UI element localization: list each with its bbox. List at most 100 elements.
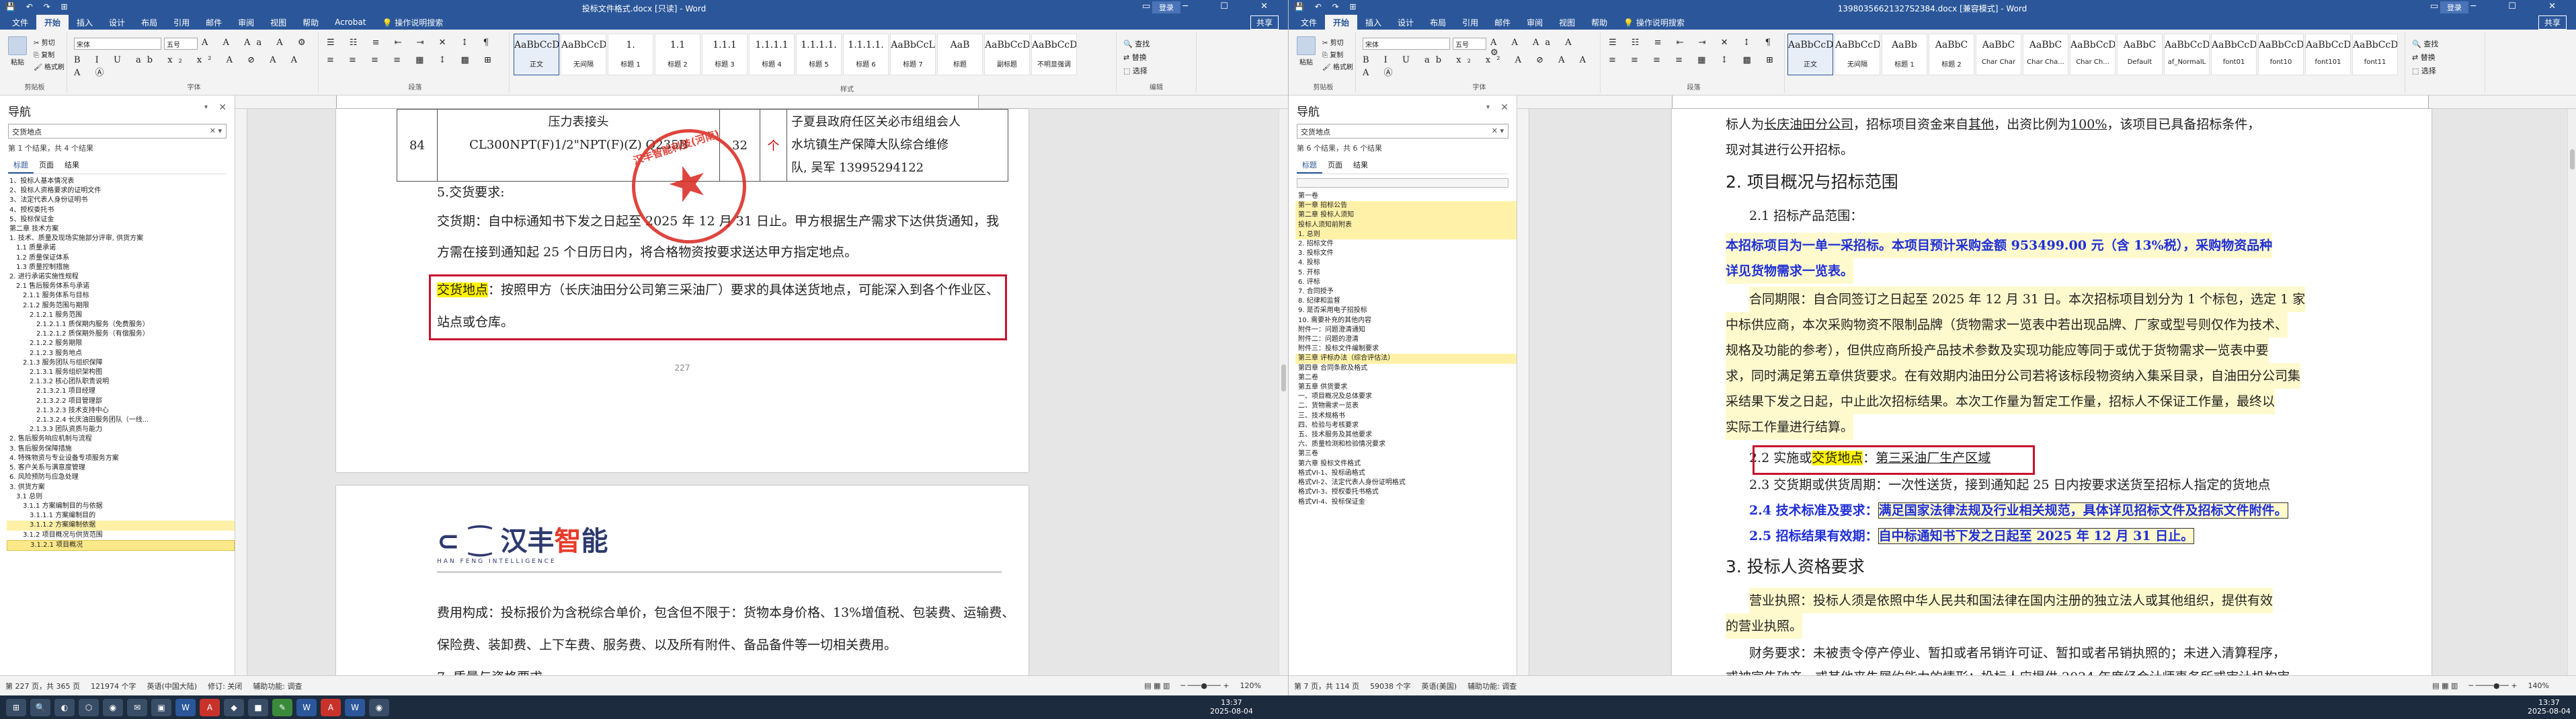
nav-heading-item[interactable]: 第一卷 <box>1295 192 1517 201</box>
style-item[interactable]: 1.1.1.1. 标题 6 <box>843 34 889 75</box>
nav-heading-item[interactable]: 5. 客户关系与满意度管理 <box>7 463 235 473</box>
tab-file[interactable]: 文件 <box>1293 15 1325 30</box>
cut-button[interactable]: ✂ 剪切 <box>1322 38 1353 50</box>
find-button[interactable]: 🔍 查找 <box>1123 38 1150 51</box>
zoom-slider[interactable]: ─ ───●─── + <box>1180 681 1229 690</box>
window-controls[interactable]: ▭ ─ ☐ ✕ <box>2430 1 2571 11</box>
nav-heading-item[interactable]: 2.1.2 服务范围与期限 <box>7 301 235 311</box>
nav-heading-item[interactable]: 7. 合同授予 <box>1295 287 1517 297</box>
paste-button[interactable]: 粘贴 <box>1293 36 1320 67</box>
taskbar-app-icon[interactable]: ✎ <box>272 698 292 716</box>
nav-heading-item[interactable]: 五、技术服务及其他要求 <box>1295 430 1517 440</box>
nav-tab-results[interactable]: 结果 <box>1348 157 1373 174</box>
style-item[interactable]: AaBbCcDd 无间隔 <box>1835 34 1880 75</box>
nav-heading-item[interactable]: 2.1.3.1 服务组织架构图 <box>7 368 235 377</box>
nav-heading-item[interactable]: 3.1.1.2 方案编制依据 <box>7 521 235 531</box>
style-item[interactable]: 1. 标题 1 <box>608 34 653 75</box>
tab-layout[interactable]: 布局 <box>1422 15 1454 30</box>
nav-tab-pages[interactable]: 页面 <box>1322 157 1348 174</box>
nav-heading-item[interactable]: 5、投标保证金 <box>7 215 235 225</box>
nav-heading-item[interactable]: 3.1.2 项目概况与供货范围 <box>7 531 235 540</box>
nav-heading-item[interactable]: 投标人须知前附表 <box>1295 220 1517 230</box>
nav-heading-item[interactable]: 2.1 售后服务体系与承诺 <box>7 282 235 291</box>
style-item[interactable]: AaBbCcD font10 <box>2258 34 2304 75</box>
nav-heading-item[interactable]: 2.1.3.2.4 长庆油田服务团队（一线... <box>7 416 235 425</box>
tab-references[interactable]: 引用 <box>165 15 198 30</box>
taskbar-app-icon[interactable]: ◐ <box>54 698 75 716</box>
word-count[interactable]: 59038 个字 <box>1370 681 1411 691</box>
nav-heading-item[interactable]: 1、投标人基本情况表 <box>7 177 235 186</box>
align-buttons[interactable]: ≡ ≡ ≡ ≡ ▦ ↕ ▩ ⊞ <box>1609 55 1779 65</box>
tell-me-search[interactable]: 💡 操作说明搜索 <box>1623 17 1685 28</box>
share-button[interactable]: 共享 <box>2538 15 2567 30</box>
taskbar-app-icon[interactable]: W <box>175 698 196 716</box>
nav-heading-item[interactable]: 3、法定代表人身份证明书 <box>7 196 235 205</box>
nav-heading-item[interactable]: 六、质量检测和检验情况要求 <box>1295 440 1517 449</box>
nav-heading-item[interactable]: 2.1.2.3 服务地点 <box>7 349 235 358</box>
tab-design[interactable]: 设计 <box>1390 15 1422 30</box>
list-buttons[interactable]: ☰ ☷ ≡ ⇤ ⇥ ✕ ↕ ¶ <box>327 38 495 48</box>
nav-heading-item[interactable]: 二、货物需求一览表 <box>1295 402 1517 411</box>
style-item[interactable]: 1.1.1.1. 标题 5 <box>796 34 842 75</box>
taskbar-app-icon[interactable]: A <box>200 698 220 716</box>
style-item[interactable]: AaBbC Char Cha... <box>2023 34 2068 75</box>
nav-heading-item[interactable]: 2.1.2.1.2 质保期外服务（有偿服务） <box>7 330 235 339</box>
nav-heading-item[interactable]: 1.2 质量保证体系 <box>7 254 235 263</box>
nav-heading-item[interactable]: 4、授权委托书 <box>7 206 235 215</box>
nav-tab-results[interactable]: 结果 <box>59 157 85 174</box>
tab-home[interactable]: 开始 <box>1325 14 1358 30</box>
nav-tab-pages[interactable]: 页面 <box>34 157 59 174</box>
style-item[interactable]: AaBbCcD 副标题 <box>984 34 1030 75</box>
chevron-down-icon[interactable]: ▾ <box>1486 104 1490 111</box>
vertical-scrollbar[interactable] <box>2567 109 2576 675</box>
clock-right[interactable]: 13:37 2025-08-04 <box>2528 698 2571 716</box>
nav-heading-item[interactable]: 3.1.2.1 项目概况 <box>7 539 235 551</box>
tab-layout[interactable]: 布局 <box>133 15 165 30</box>
style-item[interactable]: AaBbCcD font01 <box>2211 34 2257 75</box>
nav-heading-item[interactable]: 1.1 质量承诺 <box>7 243 235 253</box>
close-icon[interactable]: ✕ <box>1500 102 1508 113</box>
nav-heading-item[interactable]: 第四章 合同条款及格式 <box>1295 364 1517 373</box>
close-icon[interactable]: ✕ <box>218 102 227 113</box>
language[interactable]: 英语(美国) <box>1421 681 1457 691</box>
nav-heading-item[interactable]: 3.1.1.1 方案编制目的 <box>7 511 235 521</box>
taskbar-app-icon[interactable]: ■ <box>248 698 268 716</box>
nav-heading-item[interactable]: 2.1.3 服务团队与组织保障 <box>7 358 235 368</box>
nav-heading-item[interactable]: 第二卷 <box>1295 373 1517 383</box>
zoom-slider[interactable]: ─ ────●── + <box>2468 681 2517 690</box>
nav-search-input[interactable]: 交货地点 ✕ ▾ <box>1297 124 1508 139</box>
clear-icon[interactable]: ✕ ▾ <box>1492 126 1504 135</box>
nav-tab-headings[interactable]: 标题 <box>8 157 34 174</box>
font-format-buttons[interactable]: B I U ab x₂ x² A ⊘ A A A Ⓐ <box>74 55 318 78</box>
nav-scroll-up[interactable] <box>1297 178 1508 188</box>
tab-view[interactable]: 视图 <box>1551 15 1583 30</box>
page-count[interactable]: 第 7 页，共 114 页 <box>1294 681 1359 691</box>
tell-me-search[interactable]: 💡 操作说明搜索 <box>382 17 443 28</box>
nav-heading-item[interactable]: 格式VI-4、投标保证金 <box>1295 498 1517 507</box>
style-item[interactable]: 1.1.1.1 标题 4 <box>749 34 795 75</box>
taskbar-app-icon[interactable]: ⊞ <box>6 698 26 716</box>
tab-insert[interactable]: 插入 <box>1357 15 1390 30</box>
zoom-level[interactable]: 140% <box>2528 681 2549 690</box>
taskbar-app-icon[interactable]: W <box>296 698 317 716</box>
font-name-box[interactable]: 宋体 <box>1363 38 1450 50</box>
nav-search-input[interactable]: 交货地点 ✕ ▾ <box>8 124 227 139</box>
format-painter-button[interactable]: 🖌 格式刷 <box>1322 62 1353 74</box>
scroll-thumb[interactable] <box>2570 149 2575 169</box>
nav-heading-item[interactable]: 2.1.2.1.1 质保期内服务（免费服务） <box>7 320 235 330</box>
style-item[interactable]: 1.1.1 标题 3 <box>702 34 748 75</box>
style-item[interactable]: AaBbC Default <box>2117 34 2163 75</box>
view-buttons[interactable]: ▤ ▦ ▥ <box>2432 681 2458 690</box>
nav-heading-item[interactable]: 1. 技术、质量及现场实施部分评审, 供货方案 <box>7 234 235 243</box>
style-item[interactable]: AaBbCcDd 正文 <box>514 34 559 75</box>
nav-heading-item[interactable]: 附件一：问题澄清通知 <box>1295 326 1517 335</box>
nav-heading-item[interactable]: 2. 进行承诺实施性规程 <box>7 272 235 282</box>
nav-heading-item[interactable]: 3. 售后服务保障措施 <box>7 445 235 454</box>
paste-button[interactable]: 粘贴 <box>4 36 31 67</box>
nav-heading-item[interactable]: 第五章 供货要求 <box>1295 383 1517 392</box>
style-item[interactable]: AaBbCcDd 不明显强调 <box>1031 34 1077 75</box>
taskbar-app-icon[interactable]: ◉ <box>369 698 389 716</box>
clear-icon[interactable]: ✕ ▾ <box>210 126 222 135</box>
zoom-level[interactable]: 120% <box>1240 681 1261 690</box>
nav-heading-item[interactable]: 一、项目概况及总体要求 <box>1295 392 1517 402</box>
